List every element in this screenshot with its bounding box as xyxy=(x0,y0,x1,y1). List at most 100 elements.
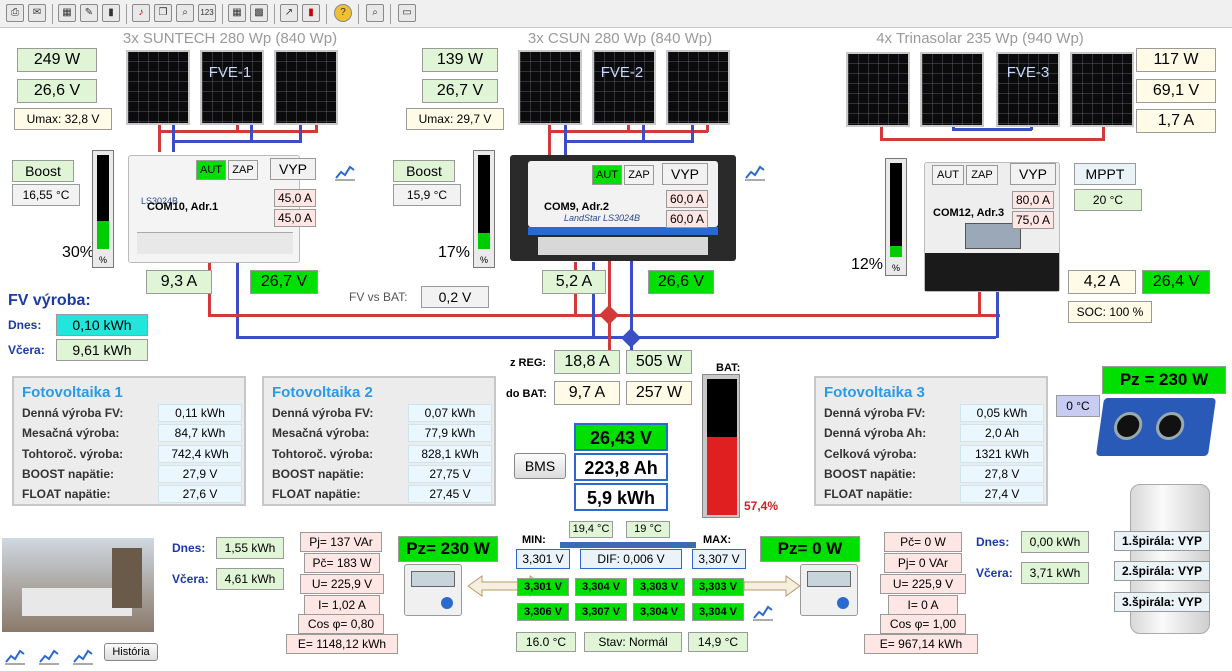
bms-button[interactable]: BMS xyxy=(514,453,566,479)
toolbar: ⎙ ✉ ▦ ✎ ▮ ♪ ❐ ⌕ 123 ▦ ▩ ↗ ▮ ? ⌕ ▭ xyxy=(0,0,1232,28)
fve2-mode: Boost xyxy=(393,160,455,182)
fve2-max2: 60,0 A xyxy=(666,210,708,228)
print-icon[interactable]: ⎙ xyxy=(6,4,24,22)
cell-voltage: 3,301 V xyxy=(517,578,569,596)
info-value: 27,9 V xyxy=(158,465,242,483)
bat-pct: 57,4% xyxy=(744,499,779,513)
bms-temp-left: 16.0 °C xyxy=(516,632,576,652)
info-label: Denná výroba Ah: xyxy=(824,426,927,440)
inverter-pz: Pz = 230 W xyxy=(1102,366,1226,394)
fve3-vyp-button[interactable]: VYP xyxy=(1010,163,1056,185)
fve2-zap-button[interactable]: ZAP xyxy=(624,165,654,185)
inverter-image xyxy=(1095,398,1217,456)
chart-table-icon[interactable]: ▦ xyxy=(58,4,76,22)
bar-chart-icon[interactable]: ▮ xyxy=(102,4,120,22)
toolbar-separator xyxy=(390,4,391,24)
toolbar-separator xyxy=(326,4,327,24)
solar-panel xyxy=(920,52,984,127)
solar-panel xyxy=(1070,52,1134,127)
message-icon[interactable]: ✉ xyxy=(28,4,46,22)
fve3-voltage: 69,1 V xyxy=(1136,79,1216,103)
min-label: MIN: xyxy=(522,534,546,546)
fve3-zap-button[interactable]: ZAP xyxy=(966,165,998,185)
fve3-max1: 80,0 A xyxy=(1012,191,1054,209)
right-pz: Pz= 0 W xyxy=(760,536,860,562)
bms-chart-icon[interactable] xyxy=(752,602,774,622)
reg-model: LandStar LS3024B xyxy=(564,213,641,223)
wire-minus xyxy=(996,290,999,338)
left-dnes-value: 1,55 kWh xyxy=(216,537,284,559)
chart-icon[interactable] xyxy=(72,646,94,666)
spirala-1-button[interactable]: 1.špirála: VYP xyxy=(1114,531,1210,551)
fve3-soc: SOC: 100 % xyxy=(1068,301,1152,323)
fve1-label: FVE-1 xyxy=(208,64,252,81)
window-icon[interactable]: ▭ xyxy=(398,4,416,22)
meter-dial xyxy=(837,597,849,609)
fve2-label: FVE-2 xyxy=(600,64,644,81)
energy-meter-image xyxy=(800,564,858,616)
left-vcera-label: Včera: xyxy=(172,572,209,586)
solar-panel xyxy=(518,50,582,125)
wire-plus xyxy=(978,290,981,316)
fve3-gauge: % xyxy=(885,158,907,276)
fve2-vyp-button[interactable]: VYP xyxy=(662,163,708,185)
chart-edit-icon[interactable]: ✎ xyxy=(80,4,98,22)
toolbar-separator xyxy=(274,4,275,24)
fve1-vyp-button[interactable]: VYP xyxy=(270,158,316,180)
fve3-aut-button[interactable]: AUT xyxy=(932,165,964,185)
info2-title: Fotovoltaika 2 xyxy=(272,384,373,401)
info-value: 2,0 Ah xyxy=(960,424,1044,442)
info-label: BOOST napätie: xyxy=(824,467,917,481)
cell-voltage: 3,304 V xyxy=(633,603,685,621)
do-bat-current: 9,7 A xyxy=(554,381,620,405)
spirala-3-button[interactable]: 3.špirála: VYP xyxy=(1114,592,1210,612)
fve1-aut-button[interactable]: AUT xyxy=(196,160,226,180)
graph-icon[interactable]: ↗ xyxy=(280,4,298,22)
copy-icon[interactable]: ❐ xyxy=(154,4,172,22)
history-button[interactable]: História xyxy=(104,643,158,661)
wire-minus xyxy=(630,250,633,338)
z-reg-power: 505 W xyxy=(626,350,692,374)
shelf-shape xyxy=(112,548,142,608)
info-value: 27,4 V xyxy=(960,485,1044,503)
grid2-icon[interactable]: ▩ xyxy=(250,4,268,22)
left-dnes-label: Dnes: xyxy=(172,541,206,555)
zoom-icon[interactable]: ⌕ xyxy=(176,4,194,22)
info-label: Denná výroba FV: xyxy=(272,406,374,420)
fve1-zap-button[interactable]: ZAP xyxy=(228,160,258,180)
fve3-title: 4x Trinasolar 235 Wp (940 Wp) xyxy=(876,30,1084,47)
fve3-max2: 75,0 A xyxy=(1012,211,1054,229)
max-label: MAX: xyxy=(703,534,732,546)
right-dnes-value: 0,00 kWh xyxy=(1021,531,1089,553)
bell-icon[interactable]: ♪ xyxy=(132,4,150,22)
wire-minus-bus xyxy=(236,336,996,339)
cell-voltage: 3,307 V xyxy=(575,603,627,621)
fve2-power: 139 W xyxy=(422,48,498,72)
search-icon[interactable]: ⌕ xyxy=(366,4,384,22)
chart-icon[interactable] xyxy=(38,646,60,666)
fve2-umax: Umax: 29,7 V xyxy=(406,108,504,130)
wire-minus xyxy=(952,128,1032,131)
right-cos: Cos φ= 1,00 xyxy=(880,614,966,634)
chart-icon[interactable] xyxy=(4,646,26,666)
calc-icon[interactable]: 123 xyxy=(198,4,216,22)
bar2-icon[interactable]: ▮ xyxy=(302,4,320,22)
fve1-umax: Umax: 32,8 V xyxy=(14,108,112,130)
bms-status: Stav: Normál xyxy=(584,632,682,652)
grid-icon[interactable]: ▦ xyxy=(228,4,246,22)
spirala-2-button[interactable]: 2.špirála: VYP xyxy=(1114,561,1210,581)
info-value: 1321 kWh xyxy=(960,445,1044,463)
toolbar-separator xyxy=(358,4,359,24)
left-pj: Pj= 137 VAr xyxy=(300,532,382,552)
fve3-voltage-out: 26,4 V xyxy=(1142,270,1210,294)
meter-display xyxy=(807,571,851,587)
info3-title: Fotovoltaika 3 xyxy=(824,384,925,401)
right-pc: Pč= 0 W xyxy=(884,532,962,552)
bat-label: BAT: xyxy=(716,362,741,374)
left-u: U= 225,9 V xyxy=(300,574,384,594)
help-icon[interactable]: ? xyxy=(334,4,352,22)
fve1-voltage-out: 26,7 V xyxy=(250,270,318,294)
fve2-chart-icon[interactable] xyxy=(744,162,766,182)
fve1-chart-icon[interactable] xyxy=(334,162,356,182)
fve2-aut-button[interactable]: AUT xyxy=(592,165,622,185)
